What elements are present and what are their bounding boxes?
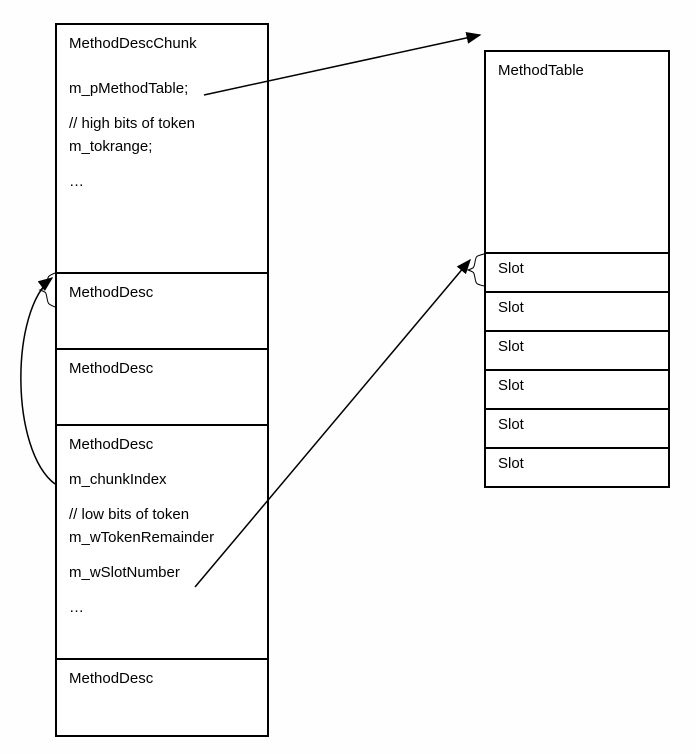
md-field-tokenremainder: m_wTokenRemainder [69, 529, 255, 546]
md-comment-token: // low bits of token [69, 506, 255, 523]
brace-chunk [40, 273, 55, 307]
method-desc-label: MethodDesc [69, 670, 255, 687]
slot-row: Slot [486, 254, 668, 293]
method-table-title: MethodTable [498, 62, 656, 79]
method-desc-3-expanded: MethodDesc m_chunkIndex // low bits of t… [57, 426, 267, 660]
method-desc-label: MethodDesc [69, 436, 255, 453]
chunk-title: MethodDescChunk [69, 35, 255, 52]
method-table-box: MethodTable Slot Slot Slot Slot Slot Slo… [484, 50, 670, 488]
slot-row: Slot [486, 449, 668, 488]
md-ellipsis: … [69, 599, 255, 616]
chunk-comment-tokrange: // high bits of token [69, 115, 255, 132]
method-desc-2: MethodDesc [57, 350, 267, 426]
chunk-ellipsis: … [69, 173, 255, 190]
slot-row: Slot [486, 410, 668, 449]
chunk-field-methodtable: m_pMethodTable; [69, 80, 255, 97]
method-desc-1: MethodDesc [57, 274, 267, 350]
method-desc-label: MethodDesc [69, 360, 255, 377]
brace-slots [468, 254, 484, 286]
md-field-chunkindex: m_chunkIndex [69, 471, 255, 488]
arrow-chunkindex [21, 278, 55, 484]
slot-label: Slot [498, 260, 524, 277]
method-desc-chunk-box: MethodDescChunk m_pMethodTable; // high … [55, 23, 269, 737]
slot-label: Slot [498, 338, 524, 355]
slot-label: Slot [498, 299, 524, 316]
chunk-field-tokrange: m_tokrange; [69, 138, 255, 155]
method-desc-label: MethodDesc [69, 284, 255, 301]
method-table-header: MethodTable [486, 52, 668, 254]
slot-row: Slot [486, 332, 668, 371]
method-desc-4: MethodDesc [57, 660, 267, 737]
slot-label: Slot [498, 455, 524, 472]
slot-row: Slot [486, 371, 668, 410]
slot-label: Slot [498, 377, 524, 394]
slot-label: Slot [498, 416, 524, 433]
slot-row: Slot [486, 293, 668, 332]
md-field-slotnumber: m_wSlotNumber [69, 564, 255, 581]
chunk-header-section: MethodDescChunk m_pMethodTable; // high … [57, 25, 267, 274]
